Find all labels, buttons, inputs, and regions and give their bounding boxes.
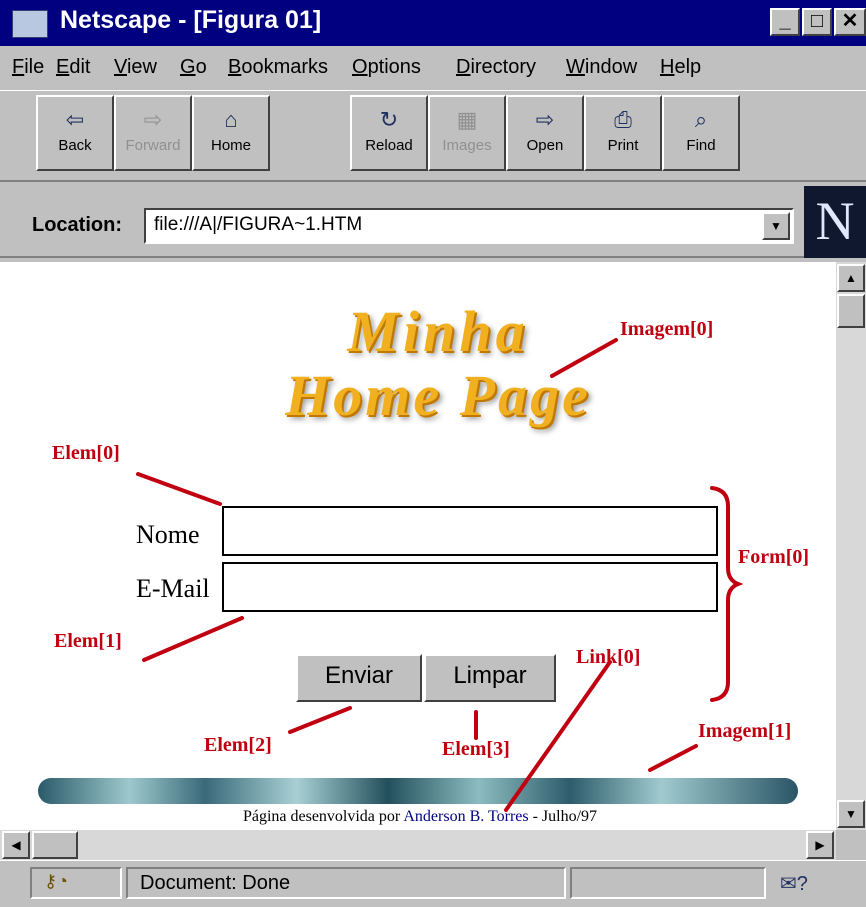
vertical-scrollbar[interactable]: ▲ ▼ [836,262,866,830]
home-button[interactable]: ⌂ Home [192,95,270,171]
images-icon: ▦ [456,107,478,132]
horizontal-scroll-thumb[interactable] [32,831,78,859]
progress-area [570,867,766,899]
reload-icon: ↻ [379,107,399,132]
find-button[interactable]: ⌕ Find [662,95,740,171]
annotation-link0: Link[0] [576,646,641,668]
find-label: Find [686,137,716,154]
reload-button[interactable]: ↻ Reload [350,95,428,171]
back-arrow-icon: ⇦ [65,107,85,132]
images-label: Images [442,137,492,154]
annotation-elem0: Elem[0] [52,442,120,464]
print-button[interactable]: ⎙ Print [584,95,662,171]
close-button[interactable]: ✕ [834,8,866,36]
forward-button[interactable]: ⇨ Forward [114,95,192,171]
menu-view[interactable]: View [114,56,157,79]
back-label: Back [58,137,92,154]
maximize-button[interactable]: □ [802,8,832,36]
minimize-button[interactable]: _ [770,8,800,36]
location-input[interactable]: file:///A|/FIGURA~1.HTM [144,208,794,244]
open-label: Open [526,137,564,154]
scroll-right-button[interactable]: ▶ [806,831,834,859]
forward-arrow-icon: ⇨ [143,107,163,132]
back-button[interactable]: ⇦ Back [36,95,114,171]
security-indicator[interactable]: ⚷◔ [30,867,122,899]
scroll-left-button[interactable]: ◀ [2,831,30,859]
print-label: Print [607,137,639,154]
printer-icon: ⎙ [614,107,632,132]
menu-options[interactable]: Options [352,56,421,79]
security-key-icon: ⚷◔ [44,871,69,891]
annotation-imagem1: Imagem[1] [698,720,792,742]
find-icon: ⌕ [694,107,708,132]
location-dropdown-button[interactable]: ▼ [762,212,790,240]
horizontal-scrollbar[interactable]: ◀ ▶ [0,830,836,860]
menu-bar: File Edit View Go Bookmarks Options Dire… [0,46,866,90]
location-bar: Location: file:///A|/FIGURA~1.HTM ▼ [0,184,866,258]
menu-go[interactable]: Go [180,56,207,79]
window-title: Netscape - [Figura 01] [60,6,322,34]
annotation-imagem0: Imagem[0] [620,318,714,340]
vertical-scroll-thumb[interactable] [837,294,865,328]
title-bar: Netscape - [Figura 01] _ □ ✕ [0,0,866,46]
annotation-elem1: Elem[1] [54,630,122,652]
forward-label: Forward [125,137,181,154]
menu-help[interactable]: Help [660,56,701,79]
netscape-n-logo[interactable]: N [804,186,866,258]
reload-label: Reload [365,137,413,154]
home-label: Home [210,137,251,154]
status-bar: ⚷◔ Document: Done ✉? [0,860,866,907]
mail-icon[interactable]: ✉? [780,871,808,896]
images-button[interactable]: ▦ Images [428,95,506,171]
annotation-form0: Form[0] [738,546,810,568]
menu-edit[interactable]: Edit [56,56,90,79]
location-label: Location: [32,214,122,236]
scroll-down-button[interactable]: ▼ [837,800,865,828]
scroll-up-button[interactable]: ▲ [837,264,865,292]
menu-bookmarks[interactable]: Bookmarks [228,56,328,79]
open-button[interactable]: ⇨ Open [506,95,584,171]
status-text: Document: Done [126,867,566,899]
scrollbar-corner [836,830,866,860]
annotation-elem2: Elem[2] [204,734,272,756]
annotation-elem3: Elem[3] [442,738,510,760]
toolbar: ⇦ Back ⇨ Forward ⌂ Home ↻ Reload ▦ Image… [0,90,866,182]
annotation-lines [136,338,744,812]
menu-directory[interactable]: Directory [456,56,536,79]
menu-file[interactable]: File [12,56,44,79]
home-icon: ⌂ [224,107,238,132]
page-content: Minha Home Page Nome E-Mail Enviar Limpa… [0,262,836,830]
netscape-app-icon[interactable] [12,10,48,38]
menu-window[interactable]: Window [566,56,637,79]
open-icon: ⇨ [535,107,555,132]
